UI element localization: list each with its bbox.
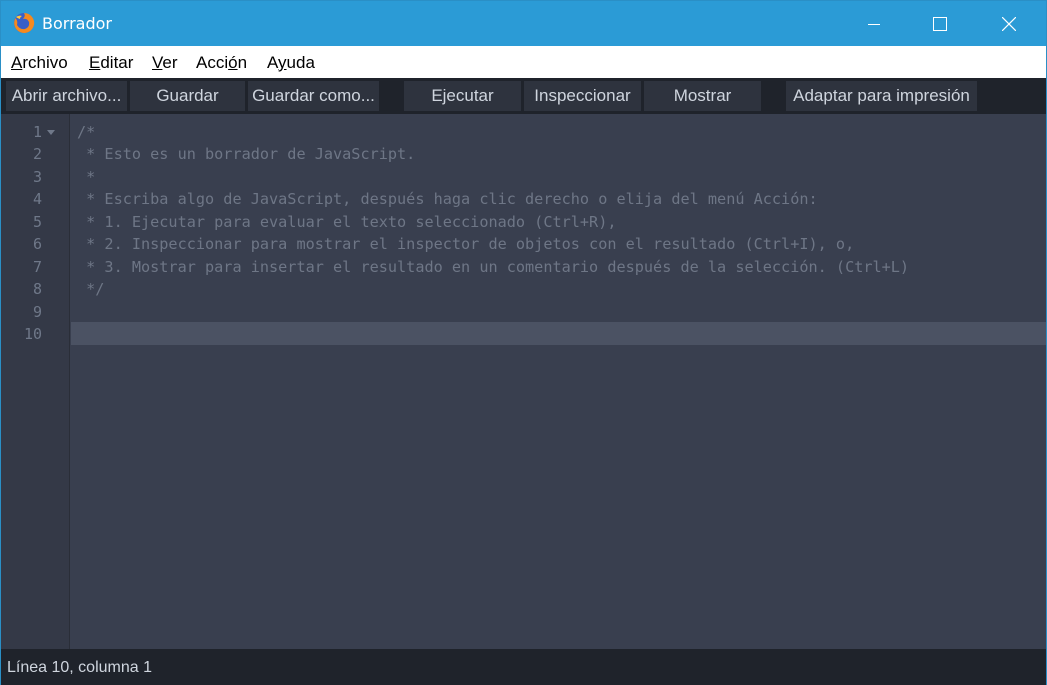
menu-bar: Archivo Editar Ver Acción Ayuda [1, 46, 1046, 78]
active-line-highlight [71, 322, 1046, 345]
menu-accion[interactable]: Acción [196, 53, 247, 73]
line-number: 9 [32, 303, 42, 321]
cursor-position: Línea 10, columna 1 [7, 659, 152, 676]
pretty-print-button[interactable]: Adaptar para impresión [786, 81, 977, 111]
window-title: Borrador [42, 14, 112, 33]
code-line: * 3. Mostrar para insertar el resultado … [77, 258, 910, 276]
code-editor[interactable]: 1 2 3 4 5 6 7 8 9 10 /* * Esto es un bor… [1, 114, 1046, 649]
menu-editar[interactable]: Editar [89, 53, 133, 73]
save-as-button[interactable]: Guardar como... [248, 81, 379, 111]
line-number: 10 [23, 325, 42, 343]
code-line: /* [77, 123, 96, 141]
code-area[interactable]: /* * Esto es un borrador de JavaScript. … [71, 114, 1046, 649]
maximize-icon [933, 16, 947, 31]
line-number: 1 [32, 123, 42, 141]
display-button[interactable]: Mostrar [644, 81, 761, 111]
line-number: 7 [32, 258, 42, 276]
code-line: */ [77, 280, 105, 298]
line-number-gutter: 1 2 3 4 5 6 7 8 9 10 [1, 114, 70, 649]
minimize-icon [868, 23, 880, 25]
code-line: * 2. Inspeccionar para mostrar el inspec… [77, 235, 855, 253]
code-line: * 1. Ejecutar para evaluar el texto sele… [77, 213, 617, 231]
line-number: 2 [32, 145, 42, 163]
status-bar: Línea 10, columna 1 [1, 649, 1046, 685]
code-line: * Esto es un borrador de JavaScript. [77, 145, 416, 163]
inspect-button[interactable]: Inspeccionar [524, 81, 641, 111]
firefox-icon [14, 12, 35, 33]
menu-ver[interactable]: Ver [152, 53, 178, 73]
fold-arrow-icon[interactable] [46, 129, 56, 137]
line-number: 3 [32, 168, 42, 186]
line-number: 6 [32, 235, 42, 253]
save-button[interactable]: Guardar [130, 81, 245, 111]
scratchpad-window: Borrador Archivo Editar Ver Acción Ayuda… [0, 0, 1047, 685]
code-line: * Escriba algo de JavaScript, después ha… [77, 190, 818, 208]
menu-ayuda[interactable]: Ayuda [267, 53, 315, 73]
minimize-button[interactable] [851, 1, 897, 46]
close-icon [1002, 16, 1016, 31]
toolbar: Abrir archivo... Guardar Guardar como...… [1, 78, 1046, 114]
run-button[interactable]: Ejecutar [404, 81, 521, 111]
maximize-button[interactable] [917, 1, 963, 46]
title-bar[interactable]: Borrador [1, 1, 1046, 46]
menu-archivo[interactable]: Archivo [11, 53, 68, 73]
line-number: 8 [32, 280, 42, 298]
line-number: 4 [32, 190, 42, 208]
line-number: 5 [32, 213, 42, 231]
code-line: * [77, 168, 96, 186]
open-file-button[interactable]: Abrir archivo... [6, 81, 127, 111]
close-button[interactable] [986, 1, 1032, 46]
